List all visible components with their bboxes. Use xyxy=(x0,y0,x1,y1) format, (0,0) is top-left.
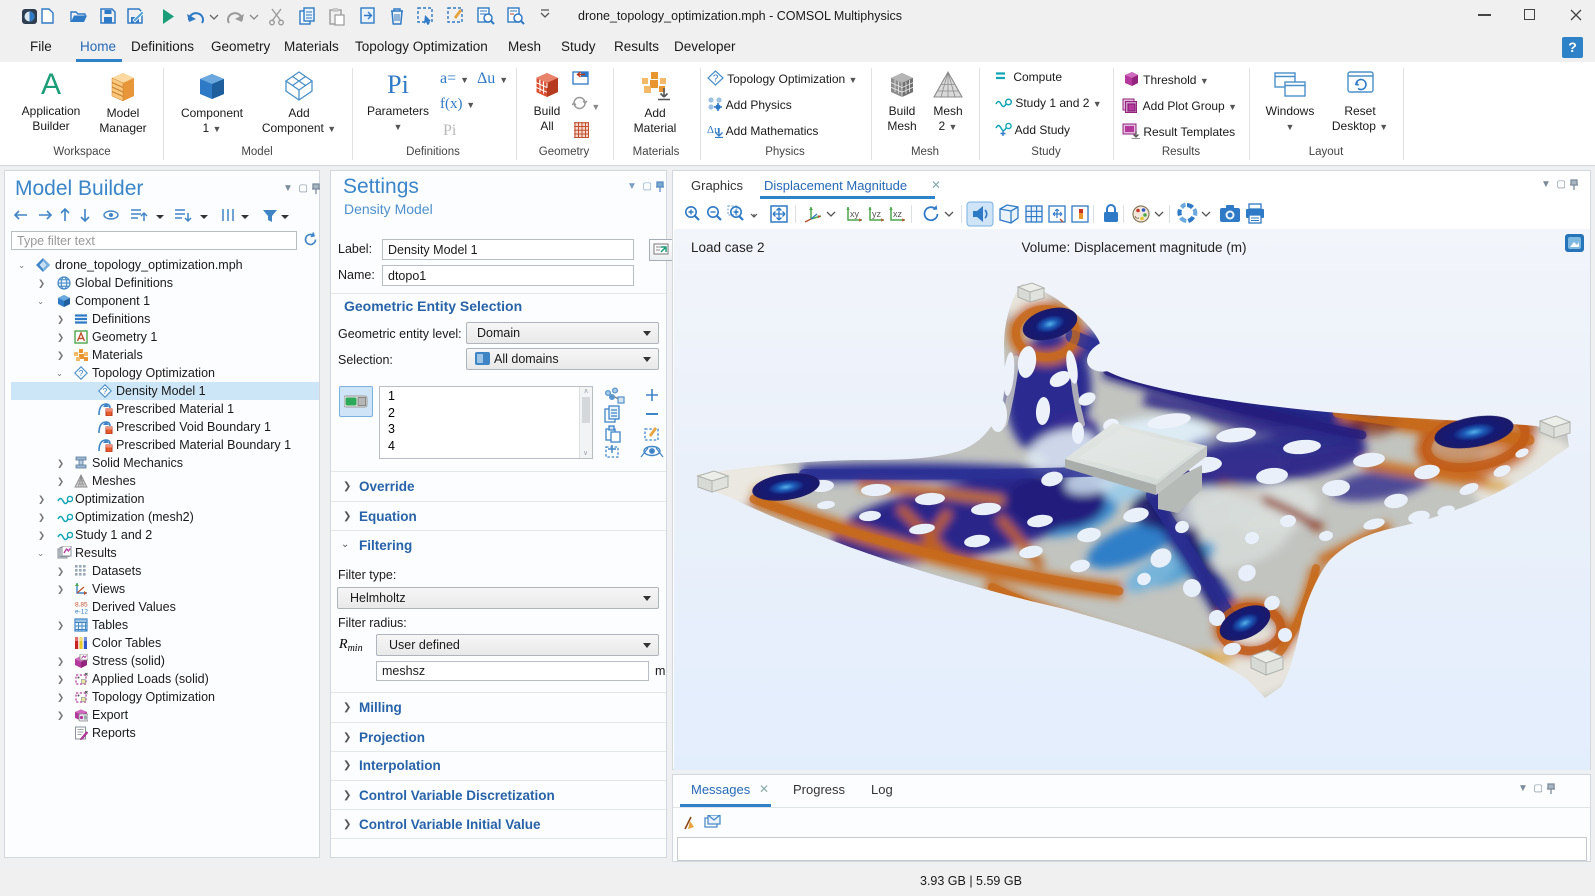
svg-text:yz: yz xyxy=(872,209,882,219)
svg-text:?: ? xyxy=(103,386,108,396)
svg-text:?: ? xyxy=(79,368,84,378)
svg-text:Pi: Pi xyxy=(387,70,409,99)
svg-text:A: A xyxy=(41,70,61,100)
svg-text:8.85: 8.85 xyxy=(75,602,88,609)
svg-text:xy: xy xyxy=(850,209,860,219)
svg-text:?: ? xyxy=(713,74,719,85)
svg-text:xz: xz xyxy=(893,209,903,219)
svg-text:e-12: e-12 xyxy=(75,609,88,615)
